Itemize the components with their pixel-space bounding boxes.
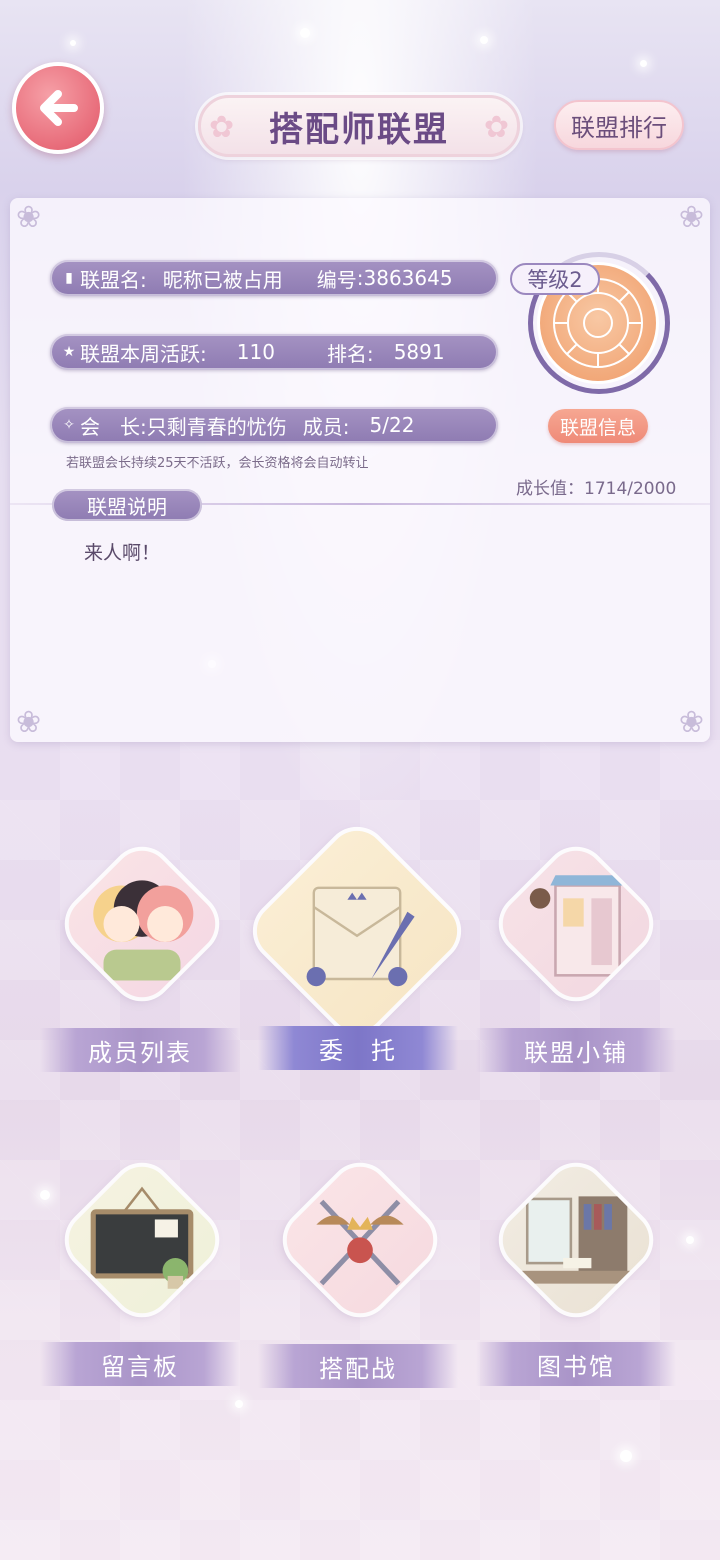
weekly-activity-value: 110 [236,340,275,364]
level-badge: 等级2 [510,263,600,295]
sparkle-icon: ✧ [63,417,75,433]
sparkle [235,1400,243,1408]
members-value: 5/22 [369,413,415,437]
back-button[interactable] [12,62,104,154]
sparkle [40,1190,50,1200]
message-board-button[interactable]: 留言板 [40,1342,240,1386]
sparkle [300,28,310,38]
growth-value: 成长值：1714/2000 [516,479,677,499]
sparkle [480,36,488,44]
alliance-name-value: 昵称已被占用 [162,267,283,292]
sparkle [620,1450,632,1462]
page-title: 搭配师联盟 [269,109,449,150]
leader-notice: 若联盟会长持续25天不活跃，会长资格将会自动转让 [66,456,369,471]
alliance-name-row: ▮ 联盟名: 昵称已被占用 编号 :3863645 [50,260,498,296]
rose-decoration-icon: ✿ [209,110,235,145]
rank-label: 排名: [326,341,374,366]
rose-corner-icon: ❀ [16,200,42,235]
rose-decoration-icon: ✿ [483,110,509,145]
weekly-activity-row: ★ 联盟本周活跃: 110 排名: 5891 [50,334,498,370]
weekly-activity-label: 联盟本周活跃: [80,341,207,366]
description-title: 联盟说明 [52,489,202,521]
book-icon: ▮ [65,270,73,286]
rose-corner-icon: ❀ [678,705,704,740]
members-list-button[interactable]: 成员列表 [40,1028,240,1072]
alliance-info-button[interactable]: 联盟信息 [548,409,648,443]
title-banner: ✿ 搭配师联盟 ✿ [198,95,520,157]
leader-value: 只剩青春的忧伤 [146,414,287,439]
sparkle [640,60,647,67]
alliance-name-label: 联盟名: [80,267,147,292]
star-icon: ★ [62,344,76,360]
leader-label: 会 长: [80,414,147,439]
rank-value: 5891 [393,340,445,364]
alliance-shop-button[interactable]: 联盟小铺 [476,1028,676,1072]
back-arrow-icon [40,90,78,126]
styling-battle-button[interactable]: 搭配战 [258,1344,458,1388]
alliance-ranking-button[interactable]: 联盟排行 [554,100,684,150]
members-label: 成员: [302,414,350,439]
sparkle [686,1236,694,1244]
sparkle [70,40,76,46]
rose-corner-icon: ❀ [678,200,704,235]
alliance-id-label: 编号 [316,267,357,292]
rose-corner-icon: ❀ [16,705,42,740]
description-text: 来人啊！ [84,542,161,564]
library-button[interactable]: 图书馆 [476,1342,676,1386]
commission-button[interactable]: 委 托 [258,1026,458,1070]
alliance-id-value: :3863645 [356,266,453,290]
leader-row: ✧ 会 长: 只剩青春的忧伤 成员: 5/22 [50,407,498,443]
